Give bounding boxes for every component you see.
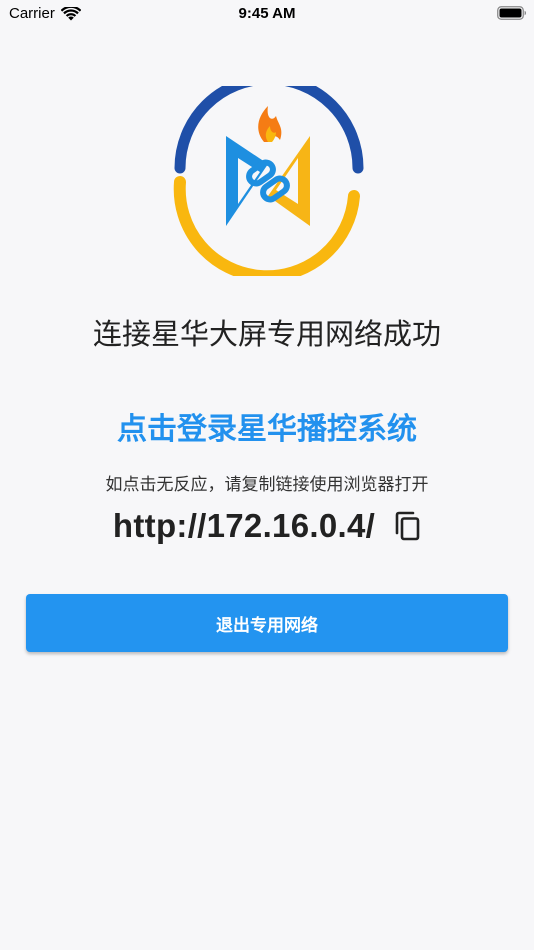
copy-hint-text: 如点击无反应，请复制链接使用浏览器打开	[105, 475, 429, 495]
status-time: 9:45 AM	[238, 5, 296, 22]
exit-network-button-label: 退出专用网络	[216, 615, 318, 636]
exit-network-button[interactable]: 退出专用网络	[26, 594, 508, 652]
status-bar: Carrier 9:45 AM	[0, 0, 534, 30]
xinghua-logo-icon	[173, 86, 364, 276]
url-text: http://172.16.0.4/	[112, 507, 376, 544]
connect-success-title: 连接星华大屏专用网络成功	[92, 317, 441, 351]
copy-icon[interactable]	[393, 511, 421, 541]
login-system-link[interactable]: 点击登录星华播控系统	[0, 404, 534, 448]
battery-full-icon	[497, 6, 527, 20]
url-row: http://172.16.0.4/	[0, 504, 534, 548]
screen: Carrier 9:45 AM 连接星华大屏专用网络成功 点击登录星华播控系统 …	[0, 0, 534, 950]
